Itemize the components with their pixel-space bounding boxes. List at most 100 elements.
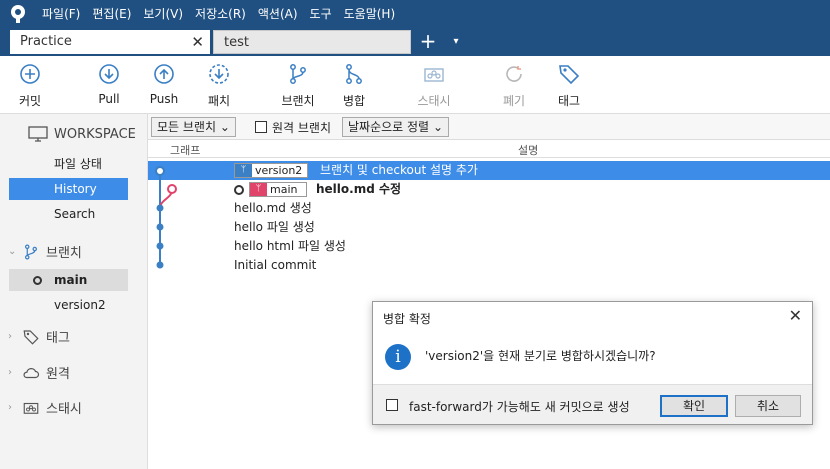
commit-message: hello.md 생성: [234, 201, 312, 215]
fetch-label: 패치: [207, 94, 231, 108]
sidebar-item-main[interactable]: main: [9, 269, 128, 291]
stash-icon: [23, 402, 39, 414]
menu-tools[interactable]: 도구: [304, 0, 338, 28]
table-row[interactable]: ᛘ main hello.md 수정: [148, 180, 830, 199]
commit-message: 브랜치 및 checkout 설명 추가: [320, 163, 478, 177]
sort-dropdown[interactable]: 날짜순으로 정렬 ⌄: [342, 117, 449, 137]
pull-icon: [99, 64, 119, 84]
branch-icon: [290, 64, 306, 84]
menu-help[interactable]: 도움말(H): [338, 0, 402, 28]
pull-button[interactable]: Pull: [79, 62, 139, 106]
commit-node: [156, 223, 164, 231]
menu-bar: 파일(F) 편집(E) 보기(V) 저장소(R) 액션(A) 도구 도움말(H): [0, 0, 830, 28]
info-icon: i: [385, 344, 411, 370]
remote-branch-checkbox[interactable]: [255, 121, 267, 133]
commit-node: [156, 204, 164, 212]
new-commit-label: fast-forward가 가능해도 새 커밋으로 생성: [409, 400, 630, 414]
workspace-label: WORKSPACE: [54, 126, 136, 142]
discard-button[interactable]: 폐기: [484, 62, 544, 109]
ok-button[interactable]: 확인: [660, 395, 728, 417]
branch-badge: ᛘ version2: [234, 163, 308, 178]
tab-test[interactable]: test: [213, 30, 411, 54]
branch-button[interactable]: 브랜치: [268, 62, 328, 109]
branches-header[interactable]: ⌄ 브랜치: [8, 242, 82, 261]
table-row[interactable]: ᛘ version2 브랜치 및 checkout 설명 추가: [148, 161, 830, 180]
stash-label: 스태시: [417, 94, 451, 108]
tab-bar: Practice ✕ test + ▾: [0, 28, 830, 56]
commit-label: 커밋: [18, 94, 42, 108]
remote-branch-label: 원격 브랜치: [272, 121, 332, 135]
table-row[interactable]: hello html 파일 생성: [148, 237, 830, 256]
commit-list-header: 그래프 설명: [148, 140, 830, 158]
chevron-right-icon: ›: [8, 367, 12, 378]
push-label: Push: [149, 92, 179, 106]
cloud-icon: [23, 367, 40, 378]
monitor-icon: [28, 126, 48, 142]
current-branch-icon: [33, 276, 42, 285]
chevron-right-icon: ›: [8, 402, 12, 413]
close-tab-icon[interactable]: ✕: [191, 30, 204, 54]
branch-icon: ᛘ: [235, 164, 252, 177]
sidebar-item-history[interactable]: History: [9, 178, 128, 200]
discard-label: 폐기: [502, 94, 526, 108]
remotes-label: 원격: [46, 367, 70, 382]
merge-button[interactable]: 병합: [324, 62, 384, 109]
commit-button[interactable]: 커밋: [0, 62, 60, 109]
fetch-icon: [209, 64, 229, 84]
sourcetree-logo-icon: [0, 0, 36, 28]
tab-practice[interactable]: Practice ✕: [10, 30, 210, 54]
sidebar-item-search[interactable]: Search: [9, 203, 128, 225]
tag-label: 태그: [557, 94, 581, 108]
tags-header[interactable]: › 태그: [8, 327, 70, 346]
sidebar-item-file-status[interactable]: 파일 상태: [9, 153, 128, 175]
commit-node: [167, 184, 177, 194]
sidebar-item-version2[interactable]: version2: [9, 294, 128, 316]
branch-badge-label: version2: [255, 164, 303, 177]
cancel-button[interactable]: 취소: [735, 395, 801, 417]
stashes-label: 스태시: [46, 402, 82, 417]
fetch-button[interactable]: 패치: [189, 62, 249, 109]
graph-column-header[interactable]: 그래프: [170, 142, 200, 158]
branch-badge: ᛘ main: [249, 182, 307, 197]
menu-view[interactable]: 보기(V): [137, 0, 189, 28]
dialog-footer: fast-forward가 가능해도 새 커밋으로 생성 확인 취소: [373, 384, 812, 424]
branch-icon: ᛘ: [250, 183, 267, 196]
stash-button[interactable]: 스태시: [404, 62, 464, 109]
filter-bar: 모든 브랜치 ⌄ 원격 브랜치 날짜순으로 정렬 ⌄: [148, 114, 830, 140]
workspace-header: WORKSPACE: [28, 126, 136, 142]
table-row[interactable]: hello.md 생성: [148, 199, 830, 218]
tab-practice-label: Practice: [20, 34, 72, 49]
pull-label: Pull: [98, 92, 120, 106]
menu-edit[interactable]: 편집(E): [86, 0, 137, 28]
table-row[interactable]: Initial commit: [148, 256, 830, 275]
push-icon: [154, 64, 174, 84]
new-tab-button[interactable]: +: [417, 30, 439, 54]
commit-message: hello html 파일 생성: [234, 239, 346, 253]
menu-repository[interactable]: 저장소(R): [189, 0, 252, 28]
menu-actions[interactable]: 액션(A): [252, 0, 304, 28]
tab-dropdown-icon[interactable]: ▾: [448, 30, 464, 54]
stashes-header[interactable]: › 스태시: [8, 398, 82, 417]
sidebar: WORKSPACE 파일 상태 History Search ⌄ 브랜치 mai…: [0, 114, 148, 469]
table-row[interactable]: hello 파일 생성: [148, 218, 830, 237]
tag-button[interactable]: 태그: [539, 62, 599, 109]
commit-graph: [155, 166, 177, 269]
commit-node: [155, 166, 165, 176]
branch-filter-value: 모든 브랜치: [157, 120, 217, 134]
close-icon[interactable]: ✕: [789, 306, 802, 325]
dialog-title: 병합 확정: [383, 312, 431, 326]
new-commit-checkbox[interactable]: [386, 399, 398, 411]
remotes-header[interactable]: › 원격: [8, 363, 70, 382]
branch-icon: [25, 243, 38, 259]
branch-main-label: main: [54, 273, 88, 287]
push-button[interactable]: Push: [134, 62, 194, 106]
chevron-right-icon: ›: [8, 331, 12, 342]
tag-icon: [23, 329, 39, 345]
menu-file[interactable]: 파일(F): [36, 0, 86, 28]
branch-filter-dropdown[interactable]: 모든 브랜치 ⌄: [151, 117, 236, 137]
commit-icon: [20, 64, 40, 84]
branches-label: 브랜치: [46, 246, 82, 261]
branch-badge-label: main: [270, 183, 298, 196]
description-column-header[interactable]: 설명: [518, 142, 538, 158]
stash-icon: [424, 68, 444, 82]
